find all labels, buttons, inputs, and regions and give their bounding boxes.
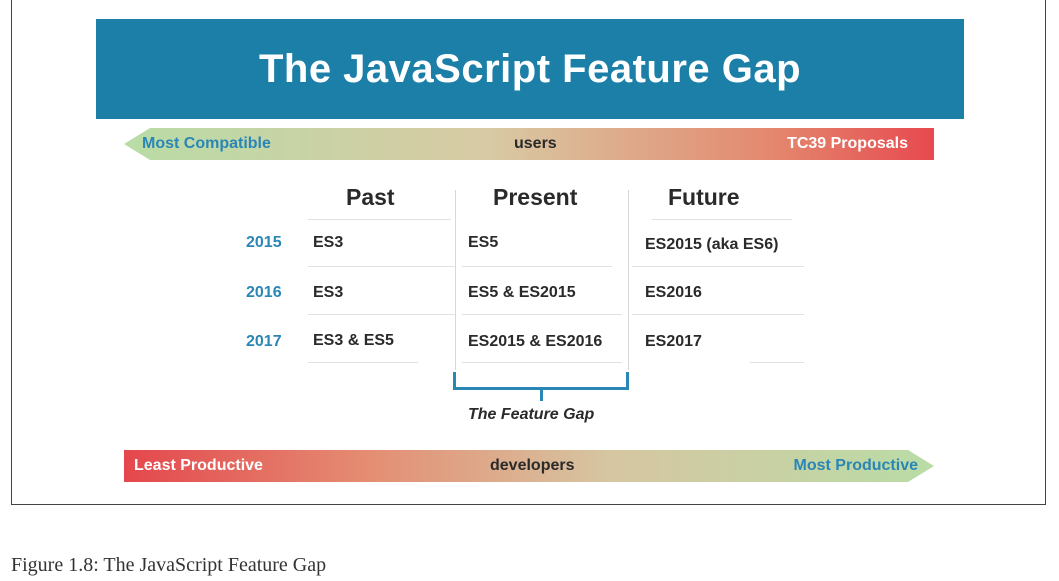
feature-gap-bracket [453,372,629,390]
row-divider [308,266,455,267]
row-divider [652,219,792,220]
row-divider [462,362,622,363]
row-divider [632,314,804,315]
title-banner: The JavaScript Feature Gap [96,19,964,119]
least-productive-label: Least Productive [134,457,263,474]
column-divider [455,190,456,370]
figure-caption: Figure 1.8: The JavaScript Feature Gap [11,554,327,576]
cell-future: ES2016 [645,284,702,301]
row-year: 2016 [246,284,282,301]
cell-future: ES2017 [645,333,702,350]
cell-past: ES3 [313,234,344,251]
developers-label: developers [490,457,575,474]
tc39-proposals-label: TC39 Proposals [787,135,908,152]
row-divider [632,266,804,267]
row-divider [462,266,612,267]
row-divider [750,362,804,363]
row-year: 2015 [246,234,282,251]
cell-future: ES2015 (aka ES6) [645,236,779,253]
most-compatible-label: Most Compatible [142,135,271,152]
row-divider [308,314,455,315]
developers-arrow: Least Productive developers Most Product… [124,450,934,482]
diagram-title: The JavaScript Feature Gap [258,46,802,91]
cell-present: ES2015 & ES2016 [468,333,603,350]
row-divider [462,314,622,315]
users-label: users [514,135,557,152]
column-divider [628,190,629,370]
cell-past: ES3 [313,284,344,301]
feature-gap-bracket-tick [540,390,543,401]
cell-present: ES5 [468,234,499,251]
column-header-future: Future [668,184,740,210]
column-header-present: Present [493,184,578,210]
row-divider [308,362,418,363]
most-productive-label: Most Productive [793,457,918,474]
feature-gap-label: The Feature Gap [468,406,595,423]
column-header-past: Past [346,184,395,210]
users-arrow: Most Compatible users TC39 Proposals [124,128,934,160]
row-year: 2017 [246,333,282,350]
row-divider [308,219,451,220]
cell-present: ES5 & ES2015 [468,284,576,301]
cell-past: ES3 & ES5 [313,332,394,349]
